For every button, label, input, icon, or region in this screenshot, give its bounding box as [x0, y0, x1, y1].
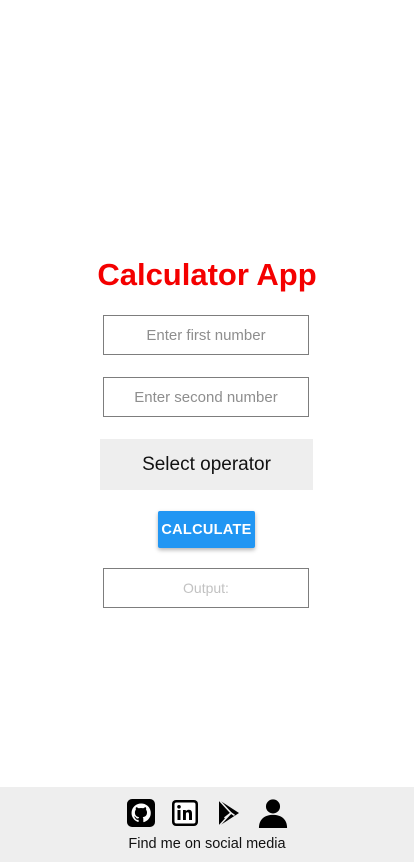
profile-icon[interactable] [258, 797, 288, 829]
second-number-input[interactable] [104, 378, 308, 416]
calculator-screen: Calculator App Select operator CALCULATE… [0, 0, 414, 862]
operator-select[interactable]: Select operator [100, 439, 313, 490]
output-box: Output: [103, 568, 309, 608]
social-icons-row [0, 797, 414, 829]
first-number-field[interactable] [103, 315, 309, 355]
github-icon[interactable] [126, 797, 156, 829]
play-store-icon[interactable] [214, 797, 244, 829]
calculate-button[interactable]: CALCULATE [158, 511, 255, 548]
operator-select-label: Select operator [142, 453, 271, 475]
second-number-field[interactable] [103, 377, 309, 417]
linkedin-icon[interactable] [170, 797, 200, 829]
output-label: Output: [183, 580, 229, 596]
app-title: Calculator App [97, 257, 317, 292]
first-number-input[interactable] [104, 316, 308, 354]
footer-caption: Find me on social media [128, 836, 286, 852]
footer: Find me on social media [0, 787, 414, 862]
